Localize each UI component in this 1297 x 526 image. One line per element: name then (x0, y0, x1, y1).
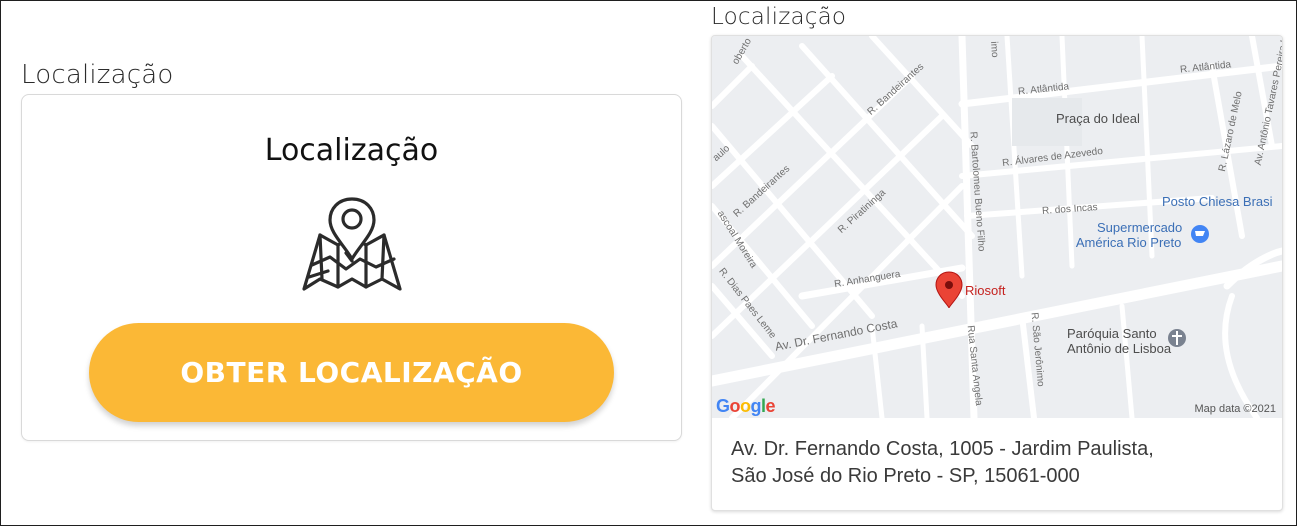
map-credit[interactable]: Map data ©2021 (1195, 403, 1277, 415)
address-text: Av. Dr. Fernando Costa, 1005 - Jardim Pa… (731, 436, 1261, 490)
marker-label[interactable]: Riosoft (965, 283, 1005, 298)
poi-paroquia[interactable]: Paróquia Santo Antônio de Lisboa (1067, 326, 1171, 356)
map-streets-graphic (712, 36, 1282, 418)
poi-supermercado-line1: Supermercado (1097, 220, 1183, 235)
address-line2: São José do Rio Preto - SP, 15061-000 (731, 465, 1080, 487)
get-location-button[interactable]: OBTER LOCALIZAÇÃO (89, 323, 614, 422)
street-label: imo (988, 41, 1001, 58)
google-logo: Google (716, 396, 776, 416)
poi-paroquia-line2: Antônio de Lisboa (1067, 341, 1172, 356)
section-label: Localização (21, 60, 174, 90)
poi-posto[interactable]: Posto Chiesa Brasi (1162, 194, 1273, 209)
address-line1: Av. Dr. Fernando Costa, 1005 - Jardim Pa… (731, 438, 1154, 460)
location-card: Localização OBTER LOCALIZAÇÃO (21, 94, 682, 441)
map-section-label: Localização (711, 4, 847, 30)
map-view[interactable]: R. Bandeirantes R. Bandeirantes R. Pirat… (712, 36, 1282, 418)
poi-praca-do-ideal[interactable]: Praça do Ideal (1056, 111, 1140, 126)
card-title: Localização (264, 133, 439, 168)
map-location-icon (302, 197, 402, 291)
map-card: R. Bandeirantes R. Bandeirantes R. Pirat… (711, 35, 1283, 511)
poi-supermercado-line2: América Rio Preto (1075, 235, 1182, 250)
poi-paroquia-line1: Paróquia Santo (1067, 326, 1157, 341)
poi-supermercado[interactable]: Supermercado América Rio Preto (1076, 220, 1183, 250)
